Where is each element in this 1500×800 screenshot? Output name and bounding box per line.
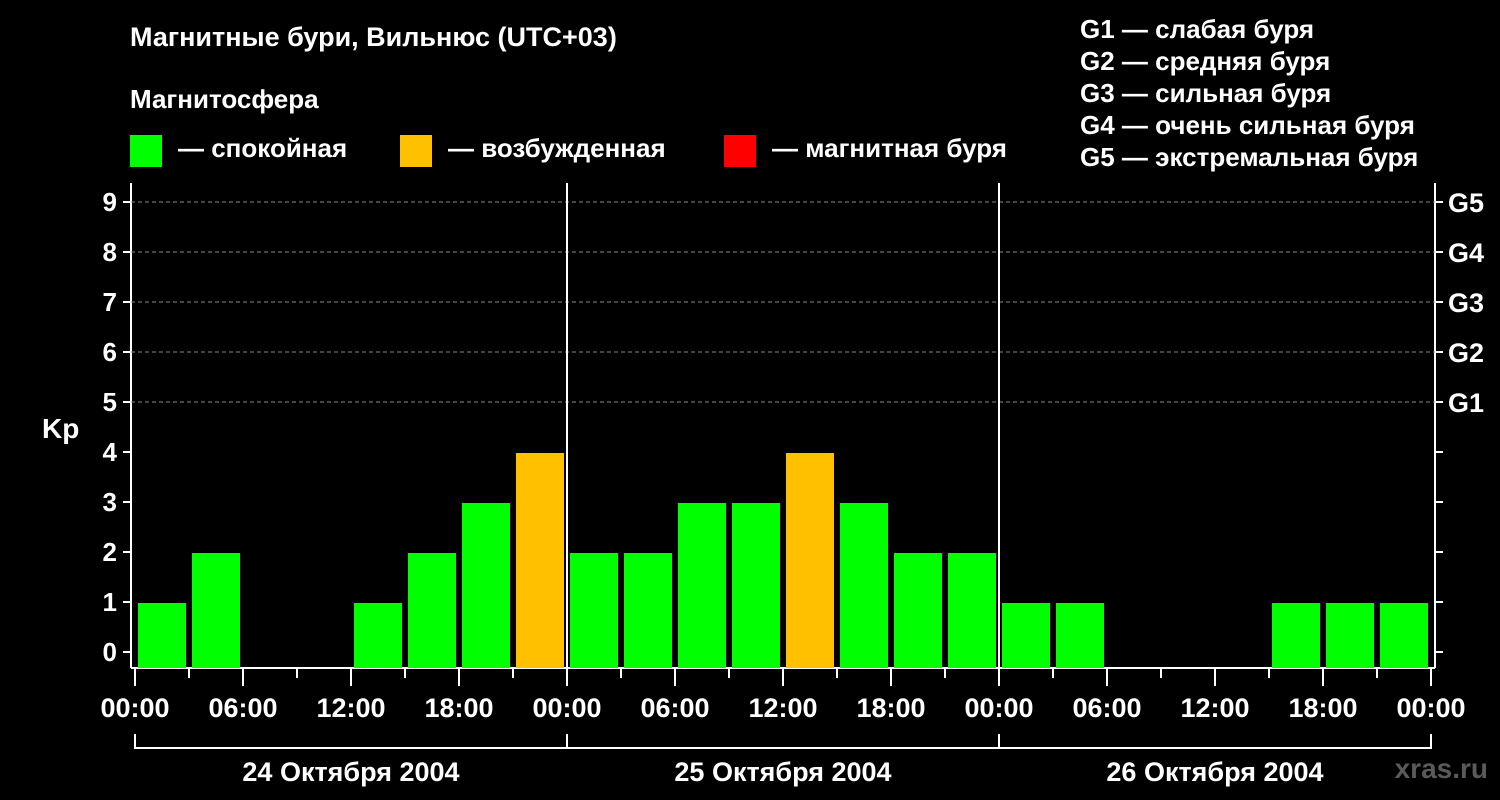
right-storm-label: G2 [1448, 338, 1484, 368]
y-tick-label: 9 [103, 187, 117, 217]
kp-bar [192, 553, 240, 668]
kp-bar [138, 603, 186, 668]
kp-bar [1326, 603, 1374, 668]
kp-bar [1002, 603, 1050, 668]
x-tick-label: 18:00 [424, 693, 493, 723]
kp-bar [732, 503, 780, 668]
kp-bar [516, 453, 564, 668]
kp-bar [948, 553, 996, 668]
y-tick-label: 3 [103, 487, 117, 517]
kp-bar [1056, 603, 1104, 668]
right-storm-label: G3 [1448, 288, 1484, 318]
kp-bar [1380, 603, 1428, 668]
watermark: xras.ru [1394, 753, 1488, 784]
right-storm-label: G4 [1448, 238, 1484, 268]
y-tick-label: 4 [103, 437, 118, 467]
x-tick-label: 06:00 [1072, 693, 1141, 723]
y-tick-label: 8 [103, 237, 117, 267]
kp-bar [840, 503, 888, 668]
y-tick-label: 6 [103, 337, 117, 367]
x-tick-label: 18:00 [1288, 693, 1357, 723]
kp-bar [354, 603, 402, 668]
x-tick-label: 12:00 [1180, 693, 1249, 723]
y-tick-label: 0 [103, 637, 117, 667]
x-tick-label: 00:00 [532, 693, 601, 723]
y-tick-label: 1 [103, 587, 117, 617]
y-tick-label: 2 [103, 537, 117, 567]
x-tick-label: 12:00 [748, 693, 817, 723]
day-label: 26 Октября 2004 [1106, 757, 1323, 787]
kp-bar [786, 453, 834, 668]
x-tick-label: 00:00 [1396, 693, 1465, 723]
x-tick-label: 00:00 [100, 693, 169, 723]
kp-bar [1272, 603, 1320, 668]
kp-bar [894, 553, 942, 668]
y-tick-label: 7 [103, 287, 117, 317]
right-storm-label: G1 [1448, 388, 1484, 418]
x-tick-label: 12:00 [316, 693, 385, 723]
kp-bar [678, 503, 726, 668]
day-label: 24 Октября 2004 [242, 757, 459, 787]
day-label: 25 Октября 2004 [674, 757, 891, 787]
x-tick-label: 18:00 [856, 693, 925, 723]
x-tick-label: 06:00 [640, 693, 709, 723]
kp-bar [408, 553, 456, 668]
y-axis-label: Kp [42, 413, 79, 444]
kp-bar [624, 553, 672, 668]
x-tick-label: 06:00 [208, 693, 277, 723]
kp-bar [570, 553, 618, 668]
y-tick-label: 5 [103, 387, 117, 417]
kp-bar [462, 503, 510, 668]
x-tick-label: 00:00 [964, 693, 1033, 723]
kp-bar-chart: 0 1 2 3 4 5 6 7 8 9 G1 G2 G3 G4 G5 Kp 00:00 06:00 12:00 18:… [42, 183, 1484, 787]
right-storm-label: G5 [1448, 188, 1484, 218]
